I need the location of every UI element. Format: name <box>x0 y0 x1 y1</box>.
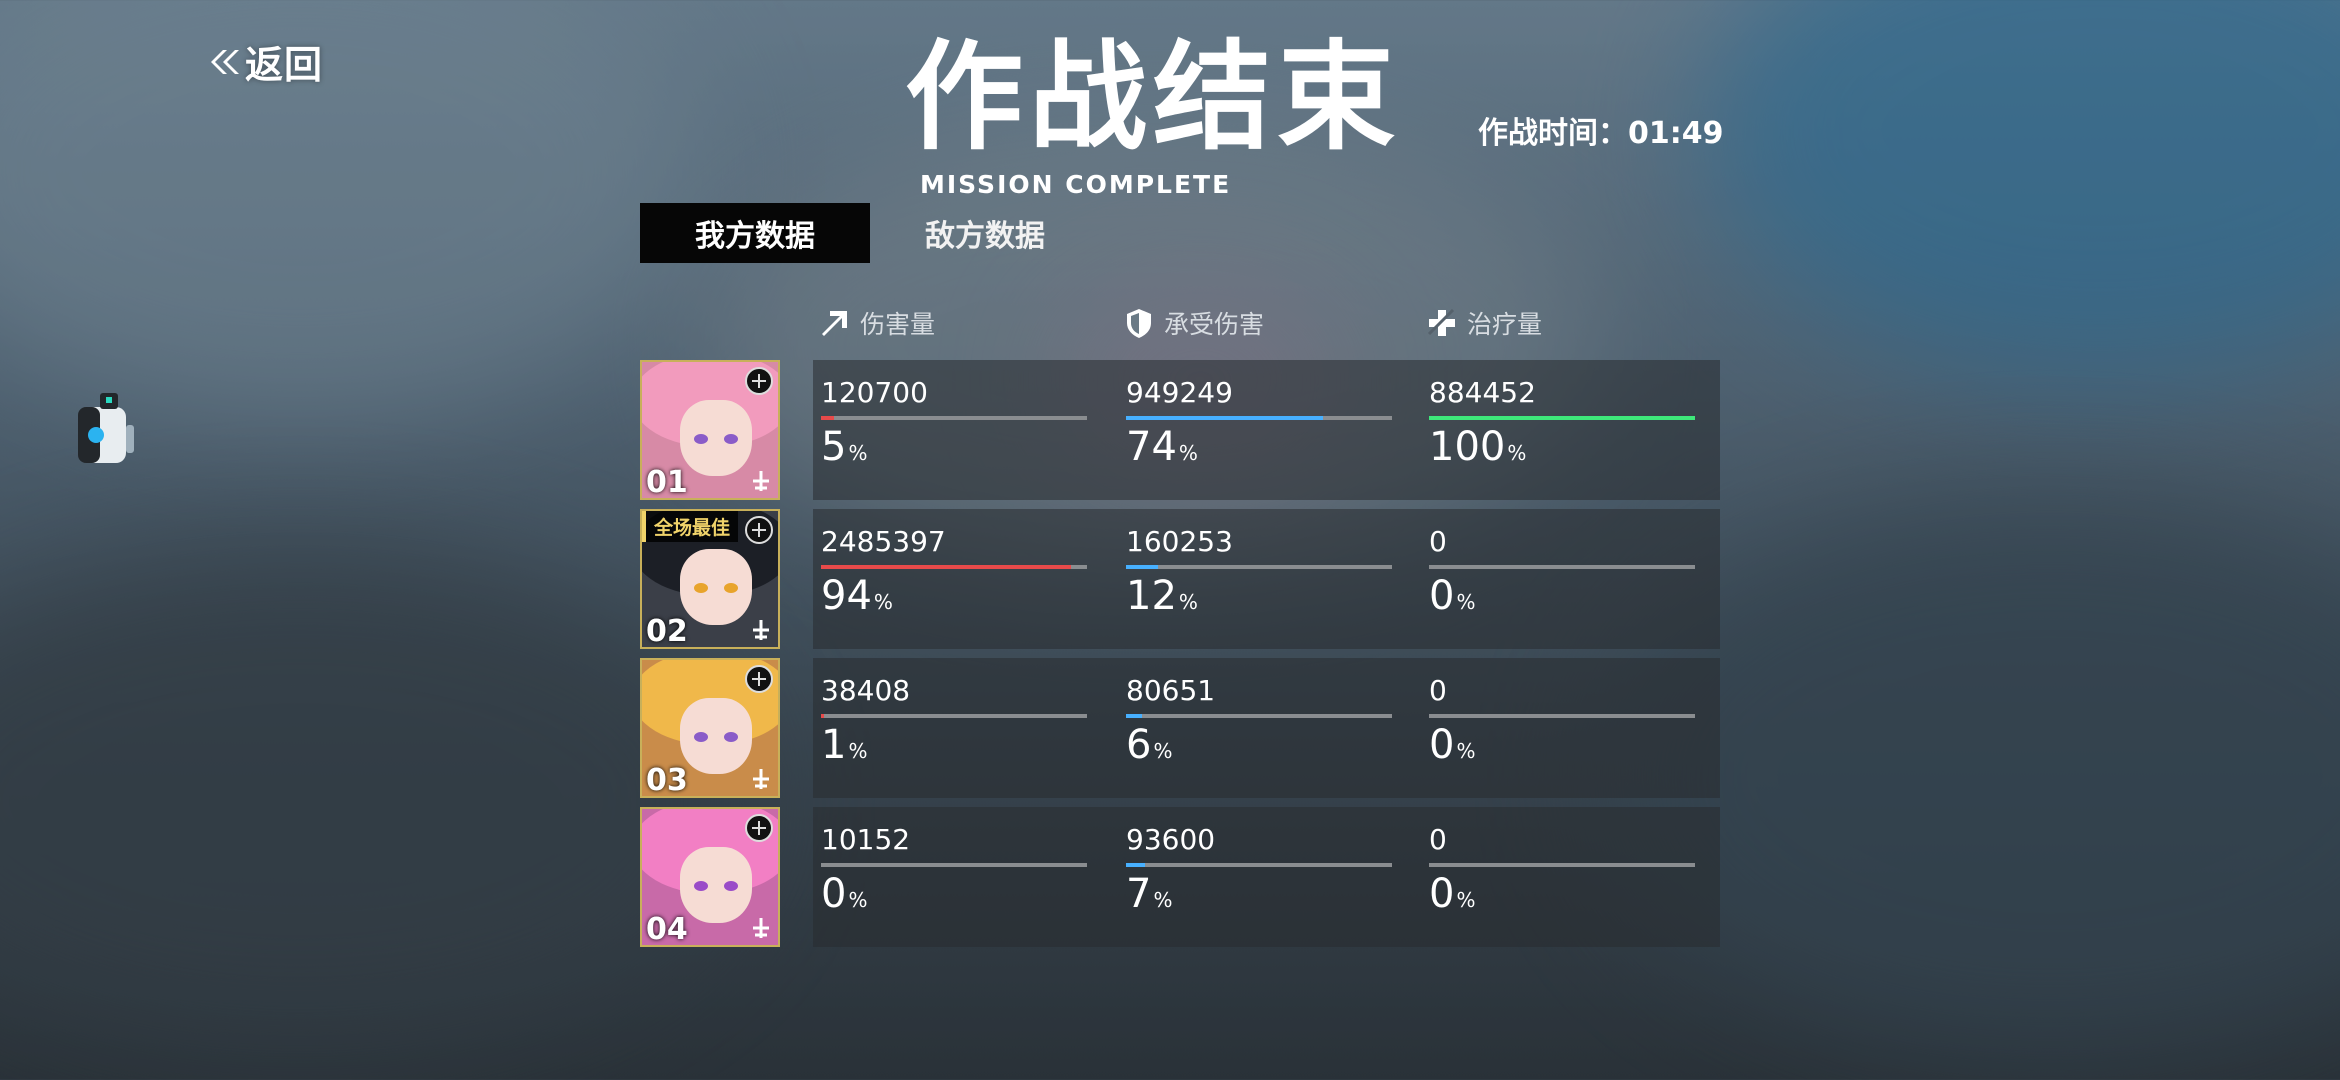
healing-bar <box>1429 565 1695 569</box>
column-damage-taken: 承受伤害 <box>1122 305 1264 341</box>
unit-row: 01 120700 5% 949249 74% 884452 100% <box>640 360 1720 500</box>
healing-percent: 0% <box>1429 871 1476 917</box>
unit-portrait[interactable]: 02 全场最佳 <box>640 509 780 649</box>
damage-taken-bar-fill <box>1126 714 1142 718</box>
unit-number: 02 <box>646 614 688 649</box>
column-label: 承受伤害 <box>1164 310 1265 339</box>
healing-percent: 0% <box>1429 573 1476 619</box>
damage-value: 120700 <box>821 376 928 409</box>
class-icon <box>753 769 769 789</box>
damage-value: 38408 <box>821 674 911 707</box>
healing-percent: 100% <box>1429 424 1527 470</box>
column-healing: 治疗量 <box>1425 305 1542 341</box>
unit-portrait[interactable]: 01 <box>640 360 780 500</box>
damage-bar <box>821 416 1087 420</box>
double-chevron-left-icon <box>211 49 239 74</box>
damage-bar-fill <box>821 565 1072 569</box>
healing-bar-fill <box>1429 416 1695 420</box>
damage-taken-percent: 12% <box>1126 573 1198 619</box>
damage-taken-bar <box>1126 714 1392 718</box>
class-icon <box>753 620 769 640</box>
shield-icon <box>1127 309 1151 338</box>
damage-value: 2485397 <box>821 525 946 558</box>
back-button[interactable]: 返回 <box>205 34 323 89</box>
role-badge-icon <box>745 516 773 544</box>
damage-taken-percent: 7% <box>1126 871 1173 917</box>
damage-bar <box>821 714 1087 718</box>
unit-number: 03 <box>646 763 688 798</box>
damage-percent: 5% <box>821 424 868 470</box>
damage-percent: 94% <box>821 573 893 619</box>
column-damage: 伤害量 <box>818 305 935 341</box>
healing-bar <box>1429 863 1695 867</box>
tab-enemy-data[interactable]: 敌方数据 <box>870 203 1100 263</box>
unit-stats-panel: 120700 5% 949249 74% 884452 100% <box>813 360 1720 500</box>
page-title: 作战结束 <box>905 28 1402 166</box>
unit-stats-panel: 10152 0% 93600 7% 0 0% <box>813 807 1720 947</box>
healing-value: 884452 <box>1429 376 1536 409</box>
battle-time: 作战时间：01:49 <box>1478 116 1724 151</box>
healing-bar <box>1429 714 1695 718</box>
data-tabs: 我方数据 敌方数据 <box>640 203 1100 263</box>
class-icon <box>753 918 769 938</box>
back-label: 返回 <box>245 43 324 87</box>
role-badge-icon <box>745 665 773 693</box>
damage-percent: 0% <box>821 871 868 917</box>
damage-taken-value: 80651 <box>1126 674 1216 707</box>
damage-taken-bar-fill <box>1126 565 1158 569</box>
damage-bar <box>821 863 1087 867</box>
damage-taken-bar-fill <box>1126 863 1145 867</box>
healing-bar <box>1429 416 1695 420</box>
unit-portrait[interactable]: 04 <box>640 807 780 947</box>
damage-taken-bar <box>1126 565 1392 569</box>
arrow-up-right-icon <box>822 311 847 336</box>
class-icon <box>753 471 769 491</box>
heal-cross-icon <box>1427 308 1455 336</box>
page-subtitle: MISSION COMPLETE <box>920 170 1232 199</box>
damage-taken-percent: 6% <box>1126 722 1173 768</box>
damage-taken-percent: 74% <box>1126 424 1198 470</box>
unit-row: 04 10152 0% 93600 7% 0 0% <box>640 807 1720 947</box>
damage-taken-value: 160253 <box>1126 525 1233 558</box>
column-label: 治疗量 <box>1467 310 1543 339</box>
tab-our-data[interactable]: 我方数据 <box>640 203 870 263</box>
role-badge-icon <box>745 814 773 842</box>
healing-value: 0 <box>1429 674 1447 707</box>
unit-stats-panel: 38408 1% 80651 6% 0 0% <box>813 658 1720 798</box>
damage-value: 10152 <box>821 823 911 856</box>
unit-number: 01 <box>646 465 688 500</box>
role-badge-icon <box>745 367 773 395</box>
healing-value: 0 <box>1429 823 1447 856</box>
mvp-badge: 全场最佳 <box>642 511 739 542</box>
damage-taken-bar <box>1126 863 1392 867</box>
unit-stats-panel: 2485397 94% 160253 12% 0 0% <box>813 509 1720 649</box>
damage-taken-bar <box>1126 416 1392 420</box>
unit-row: 03 38408 1% 80651 6% 0 0% <box>640 658 1720 798</box>
damage-taken-bar-fill <box>1126 416 1323 420</box>
healing-percent: 0% <box>1429 722 1476 768</box>
damage-taken-value: 93600 <box>1126 823 1216 856</box>
unit-number: 04 <box>646 912 688 947</box>
damage-bar-fill <box>821 714 824 718</box>
unit-row: 02 全场最佳 2485397 94% 160253 12% 0 0% <box>640 509 1720 649</box>
robot-assistant-icon[interactable] <box>70 385 140 485</box>
damage-bar <box>821 565 1087 569</box>
column-label: 伤害量 <box>860 310 936 339</box>
healing-value: 0 <box>1429 525 1447 558</box>
damage-bar-fill <box>821 416 835 420</box>
unit-portrait[interactable]: 03 <box>640 658 780 798</box>
damage-percent: 1% <box>821 722 868 768</box>
damage-taken-value: 949249 <box>1126 376 1233 409</box>
